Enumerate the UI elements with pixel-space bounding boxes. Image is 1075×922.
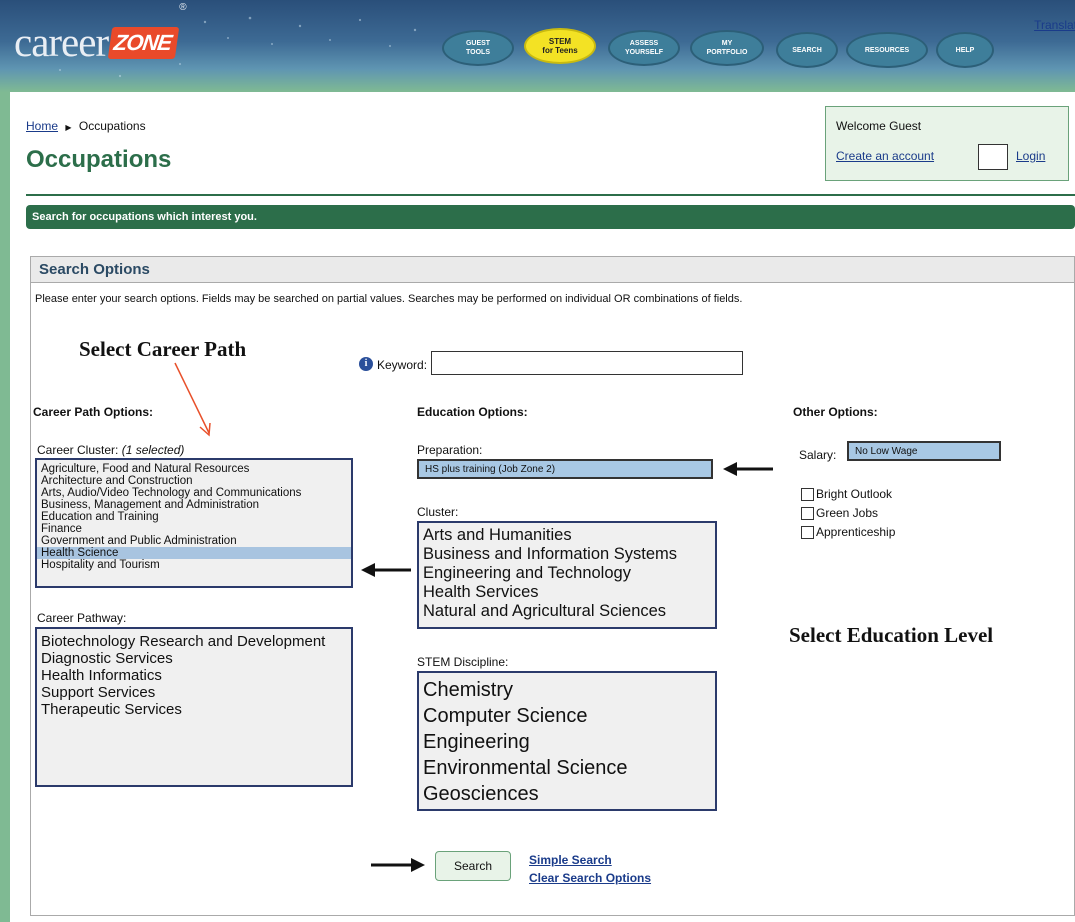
career-cluster-listbox[interactable]: Agriculture, Food and Natural Resources … [35,458,353,588]
info-icon[interactable]: i [359,357,373,371]
career-pathway-listbox[interactable]: Biotechnology Research and Development D… [35,627,353,787]
annotation-select-career-path: Select Career Path [79,337,247,361]
clear-search-options-link[interactable]: Clear Search Options [529,871,651,885]
search-options-heading: Search Options [31,257,1074,283]
breadcrumb: Home ▶ Occupations [26,119,146,133]
left-arrow-icon [361,563,411,577]
career-pathway-label: Career Pathway: [37,611,127,625]
checkbox-box[interactable] [801,525,814,539]
nav-stem-for-teens[interactable]: STEM for Teens [524,28,596,64]
career-cluster-option[interactable]: Architecture and Construction [37,475,351,487]
nav-my-portfolio[interactable]: MY PORTFOLIO [690,30,764,66]
career-path-heading: Career Path Options: [33,405,154,419]
career-cluster-option[interactable]: Hospitality and Tourism [37,559,351,571]
preparation-label: Preparation: [417,443,483,457]
education-cluster-listbox[interactable]: Arts and Humanities Business and Informa… [417,521,717,629]
keyword-label: Keyword: [377,358,428,372]
simple-search-link[interactable]: Simple Search [529,853,612,867]
preparation-select[interactable]: HS plus training (Job Zone 2) [417,459,713,479]
nav-help[interactable]: HELP [936,32,994,68]
search-instructions: Please enter your search options. Fields… [35,293,743,305]
annotation-select-education-level: Select Education Level [789,623,994,647]
education-cluster-option[interactable]: Arts and Humanities [419,526,715,545]
nav-assess-yourself[interactable]: ASSESS YOURSELF [608,30,680,66]
checkbox-box[interactable] [801,506,814,520]
career-cluster-option-selected[interactable]: Health Science [37,547,351,559]
search-options-panel: Search Options Please enter your search … [30,256,1075,916]
career-cluster-option[interactable]: Agriculture, Food and Natural Resources [37,463,351,475]
career-cluster-label: Career Cluster: (1 selected) [37,443,185,457]
career-pathway-option[interactable]: Biotechnology Research and Development [37,633,351,650]
right-arrow-icon [371,858,425,872]
breadcrumb-arrow-icon: ▶ [65,123,72,132]
career-pathway-option[interactable]: Health Informatics [37,667,351,684]
page-content: Home ▶ Occupations Occupations Welcome G… [10,92,1075,922]
other-options-heading: Other Options: [793,405,878,419]
page-title: Occupations [26,146,172,173]
stem-discipline-listbox[interactable]: Chemistry Computer Science Engineering E… [417,671,717,811]
green-jobs-checkbox[interactable]: Green Jobs [801,506,878,520]
stem-discipline-option[interactable]: Environmental Science [419,755,715,781]
career-cluster-option[interactable]: Finance [37,523,351,535]
translate-link[interactable]: Translat [1034,18,1075,32]
search-button[interactable]: Search [435,851,511,881]
careerzone-logo[interactable]: career ZONE® [14,2,187,66]
career-cluster-option[interactable]: Education and Training [37,511,351,523]
career-cluster-option[interactable]: Arts, Audio/Video Technology and Communi… [37,487,351,499]
breadcrumb-home-link[interactable]: Home [26,119,58,133]
annotation-red-arrow-icon [174,362,211,437]
breadcrumb-current: Occupations [78,119,146,133]
nav-resources[interactable]: RESOURCES [846,32,928,68]
keyword-input[interactable] [431,351,743,375]
education-options-heading: Education Options: [417,405,528,419]
education-cluster-option[interactable]: Natural and Agricultural Sciences [419,602,715,621]
site-header: career ZONE® GUEST TOOLS STEM for Teens ASS… [0,0,1075,92]
salary-select[interactable]: No Low Wage [847,441,1001,461]
stem-discipline-option[interactable]: Computer Science [419,703,715,729]
education-cluster-option[interactable]: Engineering and Technology [419,564,715,583]
education-cluster-label: Cluster: [417,505,459,519]
login-link[interactable]: Login [1016,149,1045,163]
title-divider [26,194,1075,196]
education-cluster-option[interactable]: Business and Information Systems [419,545,715,564]
left-arrow-icon [723,462,773,476]
logo-zone-badge: ZONE [107,26,180,59]
stem-discipline-option[interactable]: Geosciences [419,781,715,807]
stem-discipline-option[interactable]: Engineering [419,729,715,755]
checkbox-box[interactable] [801,487,814,501]
login-box[interactable] [978,144,1008,170]
stem-discipline-option[interactable]: Chemistry [419,677,715,703]
apprenticeship-checkbox[interactable]: Apprenticeship [801,525,895,539]
nav-guest-tools[interactable]: GUEST TOOLS [442,30,514,66]
education-cluster-option[interactable]: Health Services [419,583,715,602]
career-cluster-option[interactable]: Government and Public Administration [37,535,351,547]
welcome-box: Welcome Guest Create an account Login [825,106,1069,181]
salary-label: Salary: [799,448,837,462]
bright-outlook-checkbox[interactable]: Bright Outlook [801,487,892,501]
stem-discipline-label: STEM Discipline: [417,655,509,669]
career-cluster-option[interactable]: Business, Management and Administration [37,499,351,511]
career-pathway-option[interactable]: Diagnostic Services [37,650,351,667]
intro-banner: Search for occupations which interest yo… [26,205,1075,229]
welcome-text: Welcome Guest [836,119,922,133]
career-pathway-option[interactable]: Support Services [37,684,351,701]
create-account-link[interactable]: Create an account [836,149,934,163]
nav-search[interactable]: SEARCH [776,32,838,68]
career-pathway-option[interactable]: Therapeutic Services [37,701,351,718]
